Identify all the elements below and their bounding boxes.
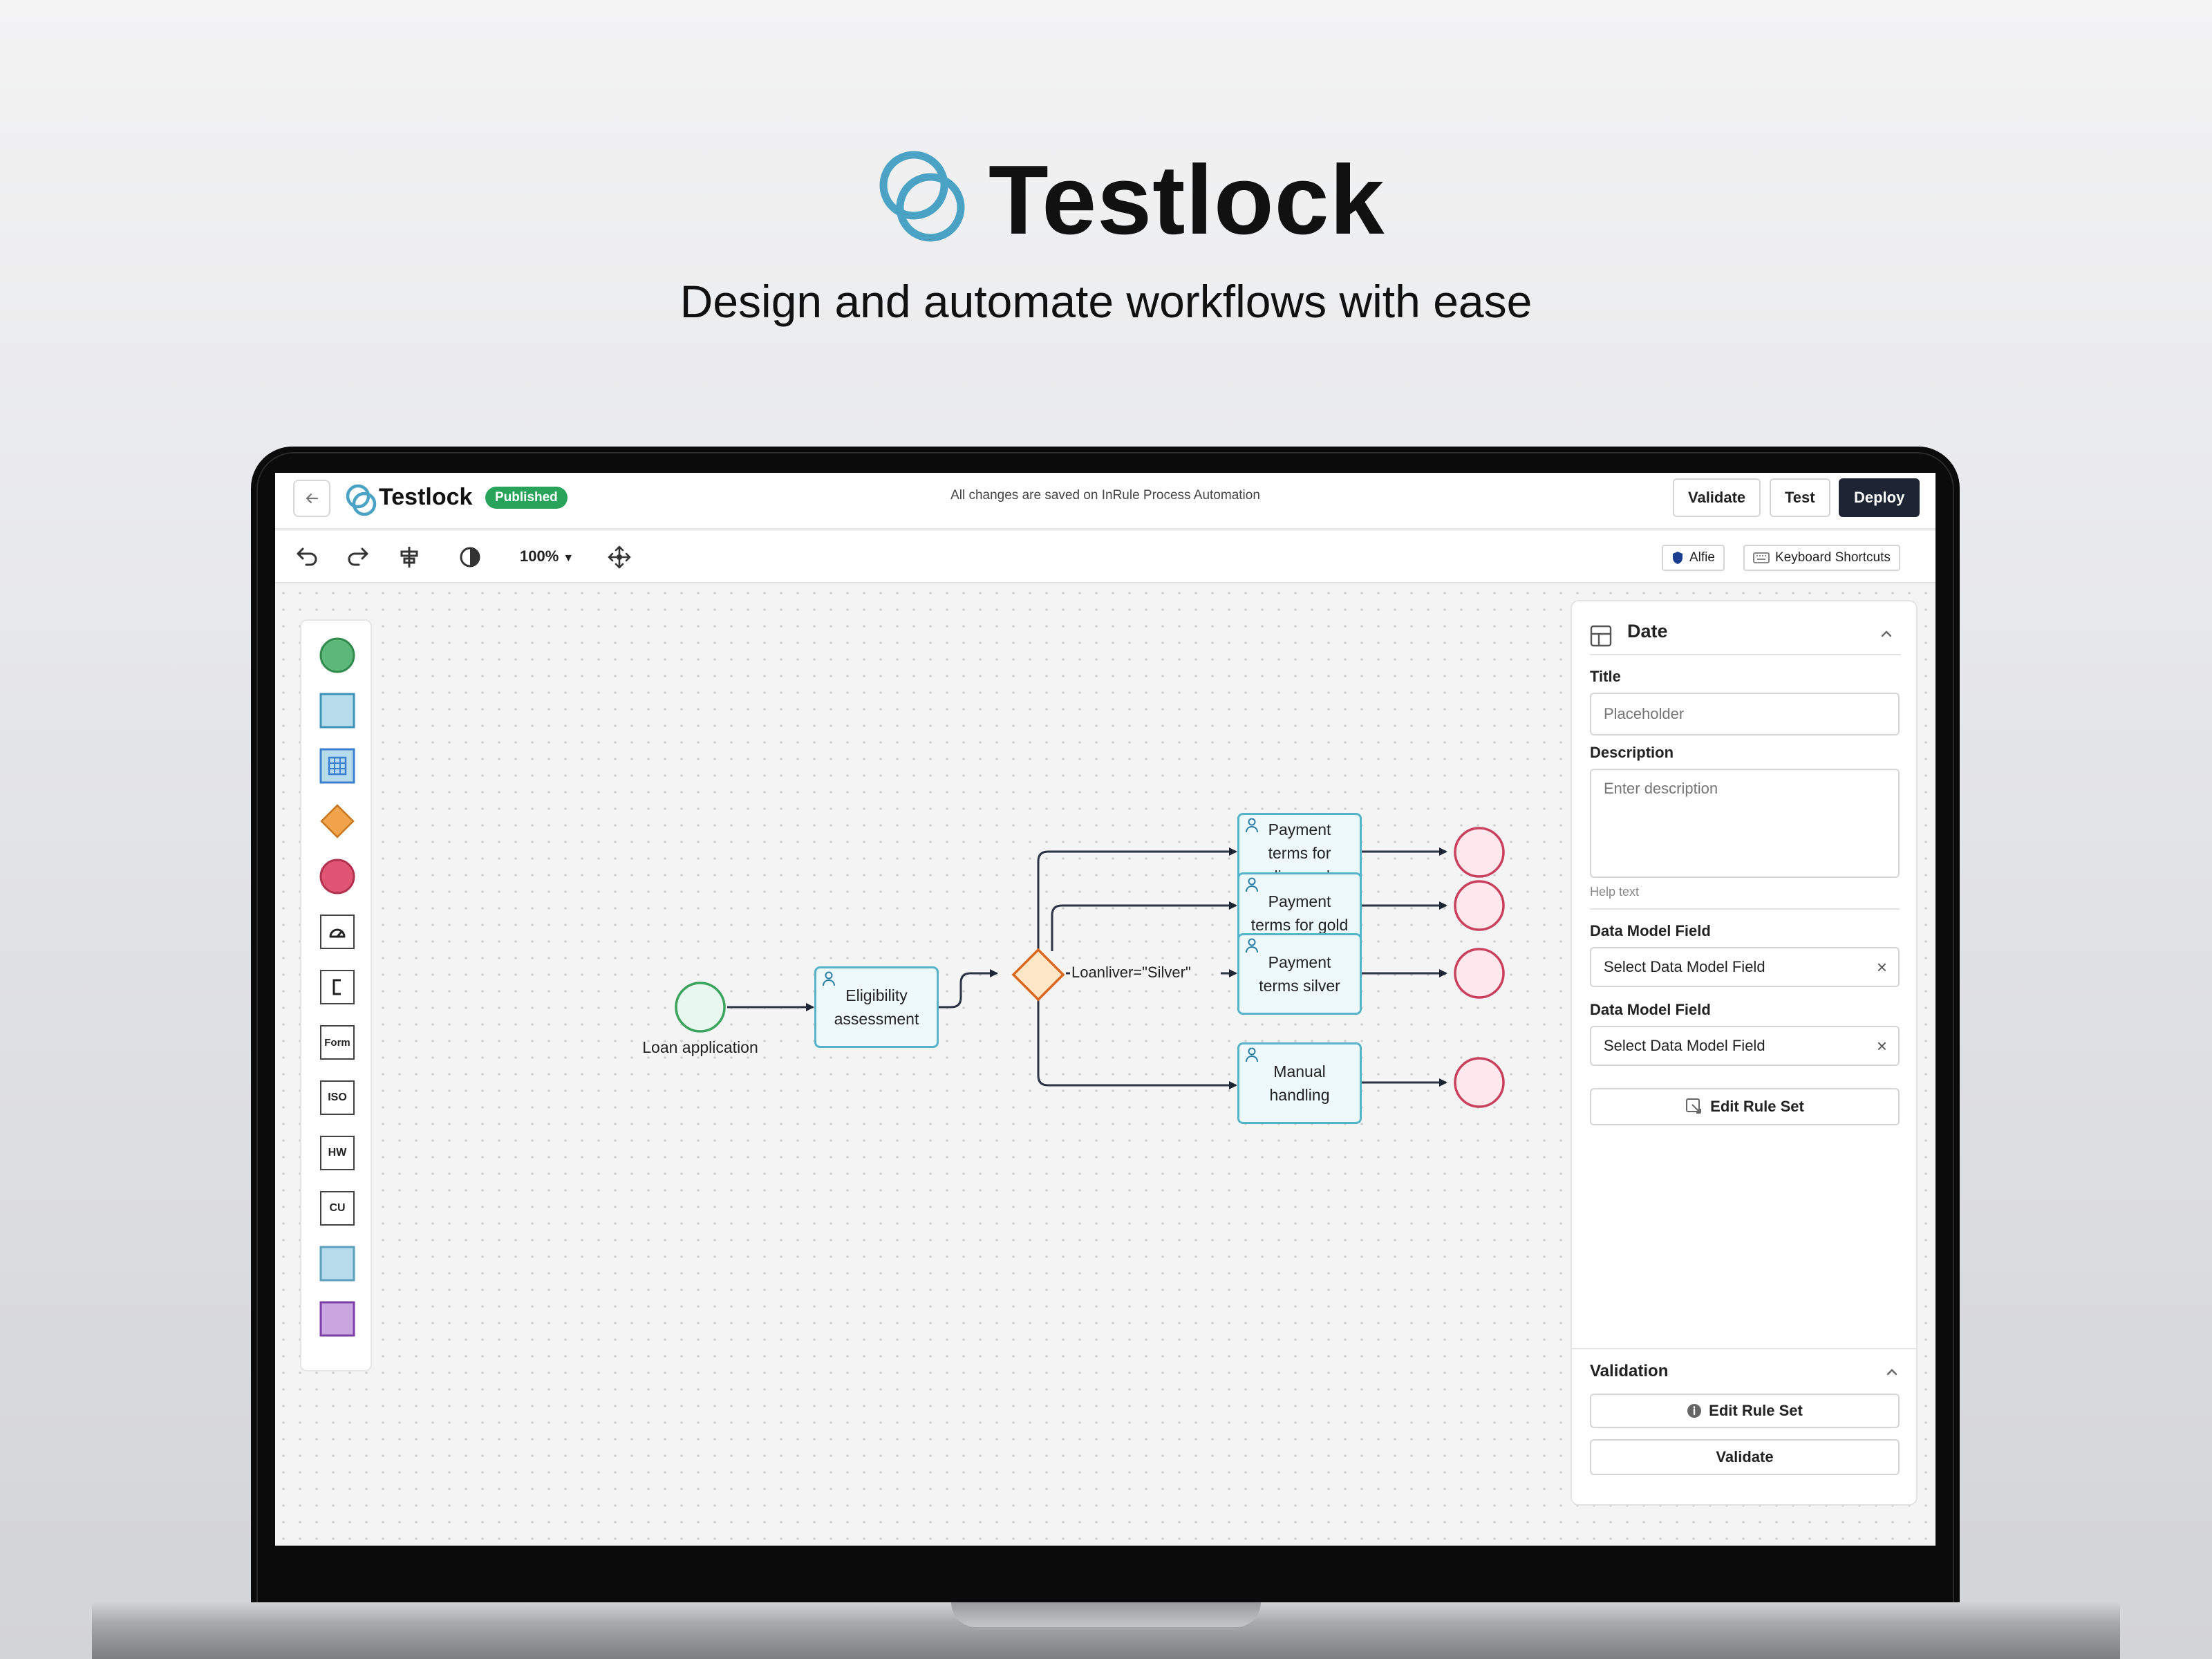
undo-button[interactable] bbox=[293, 543, 321, 571]
hero-title: Testlock bbox=[988, 145, 1385, 255]
exclusive-gateway bbox=[1011, 948, 1065, 1002]
edit-rule-set-button[interactable]: Edit Rule Set bbox=[1590, 1088, 1900, 1125]
data-model-select[interactable]: Select Data Model Field × bbox=[1590, 1026, 1900, 1066]
undo-icon bbox=[297, 547, 317, 566]
task-label: Payment terms silver bbox=[1259, 953, 1340, 995]
section-title: Date bbox=[1627, 621, 1668, 641]
back-button[interactable] bbox=[293, 480, 330, 517]
testlock-logo-icon bbox=[879, 151, 965, 242]
contrast-icon bbox=[460, 547, 480, 568]
task-payment-silver[interactable]: Payment terms silver bbox=[1237, 933, 1362, 1015]
user-task-icon bbox=[1246, 1047, 1258, 1062]
table-icon bbox=[1590, 625, 1612, 647]
divider bbox=[1590, 908, 1900, 910]
close-icon[interactable]: × bbox=[1877, 1035, 1887, 1057]
app-header: Testlock Published All changes are saved… bbox=[275, 473, 1936, 529]
validate-button[interactable]: Validate bbox=[1673, 478, 1761, 517]
condition-label[interactable]: Loanliver="Silver" bbox=[1071, 964, 1191, 982]
task-label: Manual handling bbox=[1269, 1062, 1330, 1104]
redo-button[interactable] bbox=[344, 543, 372, 571]
validation-validate-button[interactable]: Validate bbox=[1590, 1439, 1900, 1475]
laptop-notch bbox=[951, 1602, 1261, 1627]
flow-eligibility-to-gateway bbox=[939, 969, 998, 1009]
user-task-icon bbox=[823, 971, 835, 986]
data-model-select[interactable]: Select Data Model Field × bbox=[1590, 947, 1900, 987]
start-event-label: Loan application bbox=[642, 1038, 758, 1056]
alfie-button[interactable]: Alfie bbox=[1662, 545, 1725, 571]
flow-gateway-to-diamond bbox=[1037, 847, 1237, 950]
status-badge: Published bbox=[485, 487, 568, 509]
data-model-label: Data Model Field bbox=[1590, 1001, 1711, 1018]
redo-icon bbox=[348, 547, 368, 566]
app-screen: Testlock Published All changes are saved… bbox=[275, 473, 1936, 1546]
test-button[interactable]: Test bbox=[1770, 478, 1830, 517]
chevron-up-icon[interactable] bbox=[1879, 626, 1894, 641]
chevron-up-icon[interactable] bbox=[1884, 1365, 1900, 1380]
data-model-label: Data Model Field bbox=[1590, 922, 1711, 939]
zoom-select[interactable]: 100% ▼ bbox=[520, 547, 574, 565]
fit-view-button[interactable] bbox=[606, 543, 633, 571]
close-icon[interactable]: × bbox=[1877, 957, 1887, 978]
task-manual-handling[interactable]: Manual handling bbox=[1237, 1042, 1362, 1124]
user-task-icon bbox=[1246, 877, 1258, 892]
end-event-silver bbox=[1454, 948, 1505, 999]
arrow-left-icon bbox=[306, 493, 319, 504]
align-icon bbox=[400, 547, 418, 568]
task-eligibility-assessment[interactable]: Eligibility assessment bbox=[814, 966, 939, 1048]
keyboard-icon bbox=[1753, 552, 1770, 563]
hero-subtitle: Design and automate workflows with ease bbox=[679, 276, 1533, 327]
end-event-gold bbox=[1454, 880, 1505, 931]
edit-rule-set-label: Edit Rule Set bbox=[1710, 1098, 1804, 1115]
data-model-value: Select Data Model Field bbox=[1604, 1037, 1765, 1054]
toolbar: 100% ▼ Alfie Keyboard Shortcuts bbox=[275, 531, 1936, 583]
user-task-icon bbox=[1246, 938, 1258, 953]
task-label: Eligibility assessment bbox=[834, 986, 919, 1028]
keyboard-shortcuts-button[interactable]: Keyboard Shortcuts bbox=[1743, 545, 1900, 571]
validation-edit-rule-set-label: Edit Rule Set bbox=[1709, 1402, 1803, 1419]
move-arrows-icon bbox=[608, 545, 631, 569]
user-task-icon bbox=[1246, 818, 1258, 833]
alfie-label: Alfie bbox=[1689, 550, 1715, 565]
start-event bbox=[675, 982, 726, 1033]
edit-rule-icon bbox=[1686, 1098, 1702, 1114]
task-label: Payment terms for gold bbox=[1250, 892, 1349, 934]
app-name: Testlock bbox=[379, 484, 473, 510]
zoom-value: 100% bbox=[520, 547, 559, 565]
diagram-connectors bbox=[675, 827, 1505, 1108]
diagram-canvas[interactable]: Form ISO HW CU Loan application Eligibil… bbox=[275, 585, 1936, 1546]
testlock-logo-icon bbox=[346, 484, 377, 516]
shield-icon bbox=[1673, 552, 1683, 564]
contrast-button[interactable] bbox=[456, 543, 484, 571]
title-input[interactable] bbox=[1590, 693, 1900, 735]
align-button[interactable] bbox=[395, 543, 423, 571]
description-label: Description bbox=[1590, 744, 1674, 761]
description-textarea[interactable] bbox=[1590, 769, 1900, 878]
end-event-diamond bbox=[1454, 827, 1505, 878]
keyboard-shortcuts-label: Keyboard Shortcuts bbox=[1775, 550, 1891, 565]
validation-divider bbox=[1572, 1348, 1916, 1349]
title-label: Title bbox=[1590, 668, 1621, 685]
properties-header[interactable]: Date bbox=[1590, 617, 1901, 655]
flow-gateway-to-gold bbox=[1051, 901, 1237, 951]
validation-validate-label: Validate bbox=[1716, 1448, 1774, 1465]
validation-title: Validation bbox=[1590, 1362, 1669, 1380]
deploy-button[interactable]: Deploy bbox=[1839, 478, 1920, 517]
validation-edit-rule-set-button[interactable]: Edit Rule Set bbox=[1590, 1394, 1900, 1428]
chevron-down-icon: ▼ bbox=[563, 552, 574, 564]
flow-gateway-to-manual bbox=[1037, 1000, 1237, 1089]
info-icon bbox=[1687, 1404, 1702, 1418]
end-event-manual bbox=[1454, 1057, 1505, 1108]
data-model-value: Select Data Model Field bbox=[1604, 958, 1765, 975]
properties-panel: Date Title Description Help text Data Mo… bbox=[1571, 600, 1918, 1506]
help-text: Help text bbox=[1590, 885, 1640, 899]
